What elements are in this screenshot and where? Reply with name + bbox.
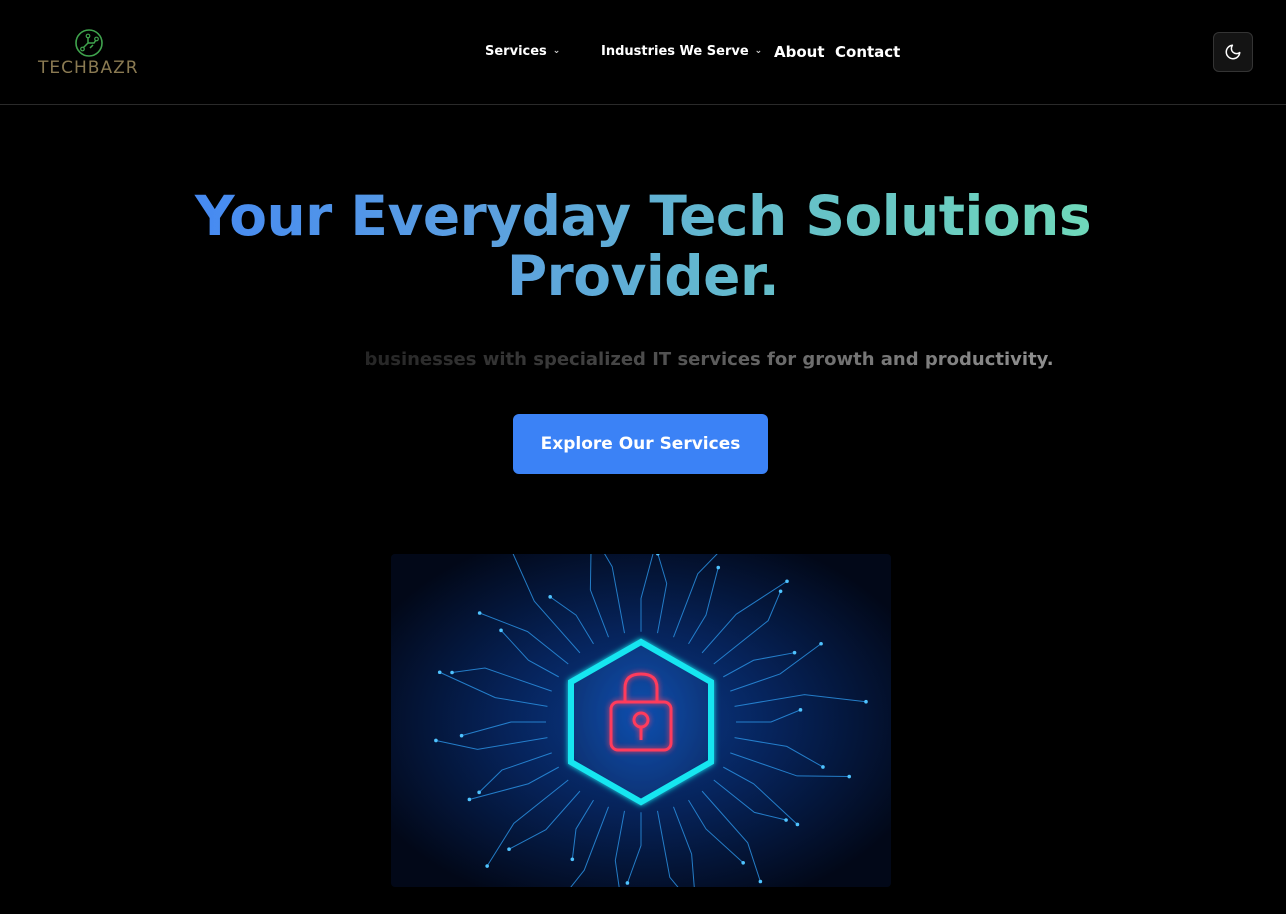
circuit-node: [785, 579, 789, 584]
circuit-node: [795, 822, 800, 827]
circuit-node: [625, 881, 630, 885]
nav-about[interactable]: About: [774, 43, 825, 61]
circuit-node: [798, 708, 803, 712]
nav-about-label: About: [774, 43, 825, 61]
nav-industries-label: Industries We Serve: [601, 44, 749, 59]
circuit-node: [778, 589, 783, 594]
circuit-node: [507, 847, 511, 852]
hero-subtitle: Empowering businesses with specialized I…: [100, 349, 1186, 370]
circuit-node: [741, 860, 745, 865]
circuit-node: [434, 738, 438, 743]
circuit-node: [548, 595, 552, 599]
circuit-node: [467, 797, 472, 802]
circuit-node: [437, 670, 442, 675]
circuit-node: [784, 818, 788, 822]
circuit-logo-icon: [75, 29, 103, 57]
circuit-node: [819, 641, 823, 646]
security-hero-image: [391, 554, 891, 887]
circuit-node: [459, 733, 464, 738]
logo[interactable]: TECHBAZR: [38, 28, 142, 80]
nav-industries[interactable]: Industries We Serve ⌄: [601, 44, 762, 59]
hero-title: Your Everyday Tech Solutions Provider.: [100, 186, 1186, 306]
circuit-node: [792, 650, 797, 655]
circuit-node: [758, 879, 763, 884]
explore-services-button[interactable]: Explore Our Services: [513, 414, 768, 474]
circuit-node: [864, 699, 868, 704]
circuit-node: [450, 670, 454, 675]
circuit-node: [485, 864, 489, 868]
circuit-node: [477, 790, 481, 795]
circuit-node: [499, 628, 503, 633]
moon-icon: [1225, 44, 1241, 60]
hero-title-line1: Your Everyday Tech Solutions: [194, 184, 1092, 248]
nav-contact[interactable]: Contact: [835, 43, 900, 61]
chevron-down-icon: ⌄: [552, 46, 561, 56]
cyber-lock-illustration: [391, 554, 891, 887]
nav-services[interactable]: Services ⌄: [485, 44, 560, 59]
site-header: TECHBAZR Services ⌄ Industries We Serve ⌄ …: [0, 0, 1286, 105]
theme-toggle-button[interactable]: [1213, 32, 1253, 72]
chevron-down-icon: ⌄: [754, 46, 763, 56]
circuit-node: [847, 774, 852, 779]
logo-text: TECHBAZR: [38, 58, 139, 78]
hero-title-line2: Provider.: [506, 244, 780, 308]
circuit-node: [716, 565, 721, 570]
circuit-node: [477, 611, 482, 615]
nav-contact-label: Contact: [835, 43, 901, 61]
page: TECHBAZR Services ⌄ Industries We Serve ⌄ …: [0, 0, 1286, 914]
nav-services-label: Services: [485, 44, 547, 59]
circuit-node: [821, 765, 825, 769]
circuit-node: [570, 857, 575, 862]
